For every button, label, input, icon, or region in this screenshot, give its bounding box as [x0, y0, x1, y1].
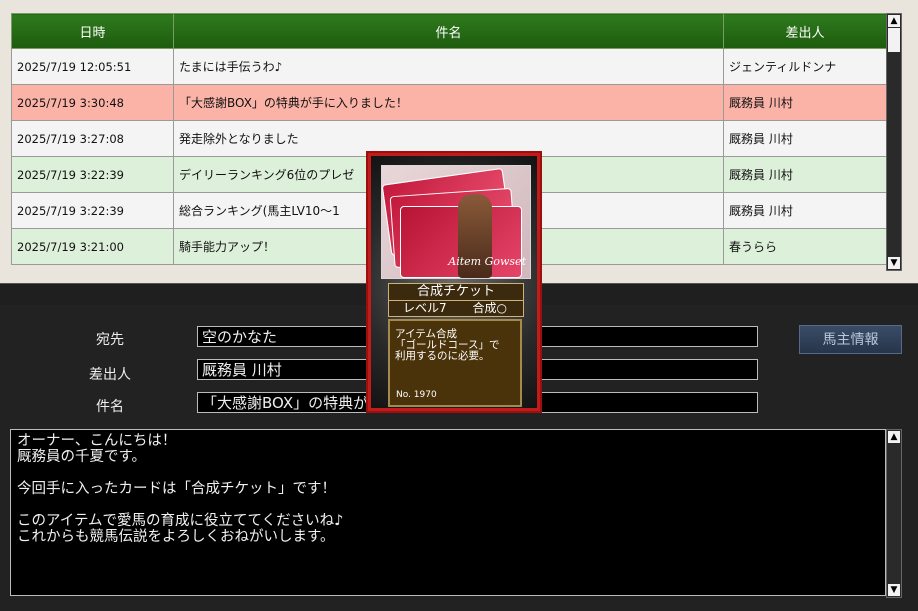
- card-description: アイテム合成 「ゴールドコース」で 利用するのに必要。 No. 1970: [388, 319, 522, 407]
- row-date: 2025/7/19 3:22:39: [11, 192, 174, 229]
- row-sender: 厩務員 川村: [723, 120, 887, 157]
- row-date: 2025/7/19 3:22:39: [11, 156, 174, 193]
- card-name: 合成チケット: [388, 283, 524, 301]
- card-level: レベル7: [403, 301, 447, 315]
- column-header-sender[interactable]: 差出人: [723, 13, 887, 49]
- row-date: 2025/7/19 3:30:48: [11, 84, 174, 121]
- card-illustration: Aitem Gowset: [381, 165, 531, 279]
- card-logo-text: Aitem Gowset: [448, 255, 526, 268]
- message-line: オーナー、こんにちは！: [17, 433, 177, 449]
- scroll-up-icon[interactable]: ▲: [888, 15, 900, 27]
- item-card-popup[interactable]: Aitem Gowset 合成チケット レベル7 合成○ アイテム合成 「ゴール…: [366, 151, 542, 413]
- column-header-subject[interactable]: 件名: [173, 13, 724, 49]
- owner-info-button[interactable]: 馬主情報: [799, 325, 902, 354]
- message-scrollbar[interactable]: ▲ ▼: [886, 429, 902, 598]
- message-line: これからも競馬伝説をよろしくおねがいします。: [17, 529, 335, 545]
- card-frame: Aitem Gowset 合成チケット レベル7 合成○ アイテム合成 「ゴール…: [376, 159, 534, 407]
- row-subject: たまには手伝うわ♪: [173, 48, 724, 85]
- card-number: No. 1970: [396, 390, 437, 400]
- row-date: 2025/7/19 12:05:51: [11, 48, 174, 85]
- message-line: [17, 465, 879, 481]
- row-date: 2025/7/19 3:27:08: [11, 120, 174, 157]
- table-row[interactable]: 2025/7/19 12:05:51 たまには手伝うわ♪ ジェンティルドンナ: [11, 48, 887, 85]
- row-sender: 厩務員 川村: [723, 84, 887, 121]
- scroll-up-icon[interactable]: ▲: [888, 431, 900, 443]
- card-type: 合成○: [472, 301, 507, 315]
- row-subject: 「大感謝BOX」の特典が手に入りました！: [173, 84, 724, 121]
- message-line: 今回手に入ったカードは「合成チケット」です！: [17, 481, 336, 497]
- row-sender: 春うらら: [723, 228, 887, 265]
- row-date: 2025/7/19 3:21:00: [11, 228, 174, 265]
- message-body: オーナー、こんにちは！ 厩務員の千夏です。 今回手に入ったカードは「合成チケット…: [10, 429, 886, 596]
- scroll-down-icon[interactable]: ▼: [888, 257, 900, 269]
- table-header-row: 日時 件名 差出人: [11, 13, 887, 49]
- scroll-down-icon[interactable]: ▼: [888, 584, 900, 596]
- column-header-date[interactable]: 日時: [11, 13, 174, 49]
- row-sender: 厩務員 川村: [723, 192, 887, 229]
- card-level-row: レベル7 合成○: [388, 300, 524, 317]
- row-sender: ジェンティルドンナ: [723, 48, 887, 85]
- row-sender: 厩務員 川村: [723, 156, 887, 193]
- message-line: このアイテムで愛馬の育成に役立ててくださいね♪: [17, 513, 344, 529]
- from-label: 差出人: [89, 367, 131, 383]
- message-line: [17, 497, 879, 513]
- card-desc-line: 利用するのに必要。: [395, 350, 490, 362]
- message-line: 厩務員の千夏です。: [17, 449, 147, 465]
- table-row[interactable]: 2025/7/19 3:30:48 「大感謝BOX」の特典が手に入りました！ 厩…: [11, 84, 887, 121]
- scroll-thumb[interactable]: [888, 28, 900, 52]
- subject-label: 件名: [96, 399, 124, 415]
- mail-list-scrollbar[interactable]: ▲ ▼: [886, 13, 902, 271]
- to-label: 宛先: [96, 332, 124, 348]
